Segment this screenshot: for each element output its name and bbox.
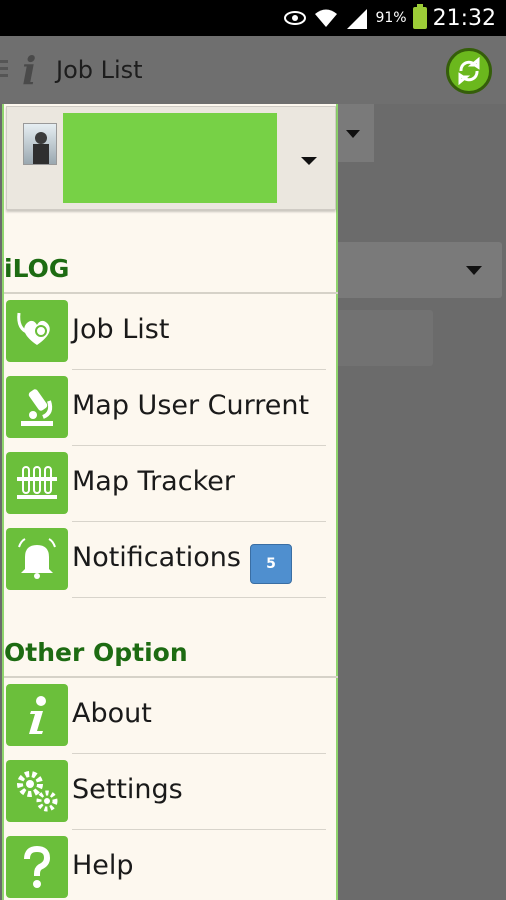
nav-item-label: Settings <box>72 774 183 805</box>
signal-icon <box>347 9 368 29</box>
question-icon <box>6 836 68 898</box>
chevron-down-icon <box>346 130 360 138</box>
battery-percent: 91% <box>375 10 407 26</box>
nav-item-job-list[interactable]: Job List <box>6 294 336 370</box>
nav-item-about[interactable]: About <box>6 678 336 754</box>
page-title: Job List <box>56 56 143 84</box>
background-dropdown <box>330 242 502 298</box>
account-name-redacted <box>63 113 277 203</box>
eye-icon <box>284 11 307 25</box>
refresh-icon[interactable] <box>446 48 492 94</box>
wifi-icon <box>315 9 338 27</box>
test-tubes-icon <box>6 452 68 514</box>
divider <box>72 597 326 598</box>
nav-item-label: Map Tracker <box>72 466 235 497</box>
battery-charging-icon <box>412 4 427 29</box>
nav-item-label: Help <box>72 850 134 881</box>
action-bar: i Job List <box>0 36 506 104</box>
section-header-other-option: Other Option <box>4 638 188 667</box>
stethoscope-heart-icon <box>6 300 68 362</box>
navigation-drawer: iLOG Job List Map User Current Map Track… <box>2 104 338 900</box>
nav-item-map-tracker[interactable]: Map Tracker <box>6 446 336 522</box>
chevron-down-icon <box>466 266 482 275</box>
gears-icon <box>6 760 68 822</box>
clock: 21:32 <box>432 5 496 31</box>
app-logo[interactable]: i <box>22 48 36 93</box>
microscope-icon <box>6 376 68 438</box>
bell-icon <box>6 528 68 590</box>
nav-item-label: About <box>72 698 152 729</box>
notification-count-badge: 5 <box>250 544 292 584</box>
section-header-ilog: iLOG <box>4 254 70 283</box>
nav-item-label: Job List <box>72 314 170 345</box>
nav-item-notifications[interactable]: Notifications 5 <box>6 522 336 598</box>
nav-item-help[interactable]: Help <box>6 830 336 900</box>
avatar <box>23 123 57 165</box>
info-icon <box>6 684 68 746</box>
nav-item-label: Notifications <box>72 542 241 573</box>
menu-icon[interactable] <box>0 60 8 78</box>
background-field <box>330 310 433 366</box>
status-bar: 91% 21:32 <box>0 0 506 36</box>
chevron-down-icon[interactable] <box>301 157 317 165</box>
account-selector[interactable] <box>6 106 336 210</box>
nav-item-label: Map User Current <box>72 390 310 421</box>
nav-item-map-user-current[interactable]: Map User Current <box>6 370 336 446</box>
nav-item-settings[interactable]: Settings <box>6 754 336 830</box>
